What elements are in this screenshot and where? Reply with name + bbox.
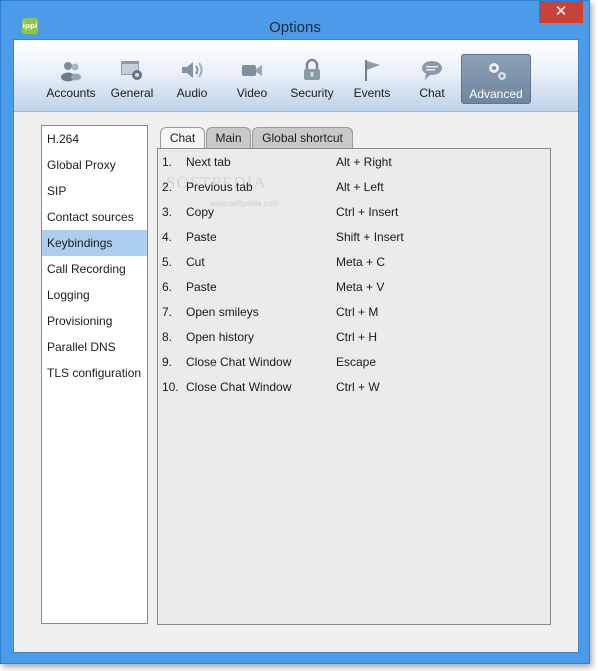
keybinding-shortcut[interactable]: Alt + Left bbox=[336, 178, 384, 196]
nav-item-call-recording[interactable]: Call Recording bbox=[42, 256, 147, 282]
tab-chat[interactable]: Chat bbox=[160, 127, 205, 149]
toolbar-chat-button[interactable]: Chat bbox=[397, 54, 467, 104]
keybinding-number: 1. bbox=[162, 155, 173, 169]
keybinding-row[interactable]: 3. Copy Ctrl + Insert bbox=[158, 203, 550, 221]
keybinding-row[interactable]: 8. Open history Ctrl + H bbox=[158, 328, 550, 346]
keybinding-action: Open history bbox=[186, 330, 255, 344]
nav-item-sip[interactable]: SIP bbox=[42, 178, 147, 204]
keybinding-action: Cut bbox=[186, 255, 205, 269]
advanced-category-list: H.264 Global Proxy SIP Contact sources K… bbox=[41, 125, 148, 624]
events-icon bbox=[365, 60, 380, 81]
keybinding-action: Copy bbox=[186, 205, 215, 219]
title-bar[interactable]: ippi Options ✕ bbox=[1, 1, 589, 39]
keybinding-number: 4. bbox=[162, 230, 173, 244]
keybinding-action: Paste bbox=[186, 230, 217, 244]
keybinding-number: 6. bbox=[162, 280, 173, 294]
chat-icon bbox=[422, 61, 442, 80]
toolbar-label: Chat bbox=[419, 86, 445, 100]
nav-item-logging[interactable]: Logging bbox=[42, 282, 147, 308]
toolbar-accounts-button[interactable]: Accounts bbox=[36, 54, 106, 104]
window-title: Options bbox=[269, 19, 321, 36]
audio-icon bbox=[182, 62, 203, 78]
nav-item-parallel-dns[interactable]: Parallel DNS bbox=[42, 334, 147, 360]
security-icon bbox=[304, 58, 320, 80]
keybinding-number: 2. bbox=[162, 180, 173, 194]
keybinding-row[interactable]: 1. Next tab Alt + Right bbox=[158, 153, 550, 171]
keybinding-number: 3. bbox=[162, 205, 173, 219]
toolbar-label: Advanced bbox=[469, 87, 523, 101]
keybinding-shortcut[interactable]: Ctrl + Insert bbox=[336, 203, 398, 221]
keybinding-number: 10. bbox=[162, 380, 179, 394]
keybinding-shortcut[interactable]: Ctrl + H bbox=[336, 328, 377, 346]
close-button[interactable]: ✕ bbox=[539, 1, 583, 23]
keybinding-row[interactable]: 5. Cut Meta + C bbox=[158, 253, 550, 271]
keybinding-row[interactable]: 4. Paste Shift + Insert bbox=[158, 228, 550, 246]
keybinding-row[interactable]: 6. Paste Meta + V bbox=[158, 278, 550, 296]
tab-main[interactable]: Main bbox=[206, 127, 251, 149]
keybinding-shortcut[interactable]: Meta + V bbox=[336, 278, 384, 296]
keybinding-row[interactable]: 7. Open smileys Ctrl + M bbox=[158, 303, 550, 321]
toolbar-label: Accounts bbox=[46, 86, 96, 100]
keybinding-shortcut[interactable]: Ctrl + M bbox=[336, 303, 378, 321]
keybinding-number: 5. bbox=[162, 255, 173, 269]
nav-item-global-proxy[interactable]: Global Proxy bbox=[42, 152, 147, 178]
category-toolbar: Accounts General Audio Video Security Ev… bbox=[14, 40, 578, 112]
keybinding-row[interactable]: 10. Close Chat Window Ctrl + W bbox=[158, 378, 550, 396]
keybinding-row[interactable]: 2. Previous tab Alt + Left bbox=[158, 178, 550, 196]
keybinding-number: 8. bbox=[162, 330, 173, 344]
keybinding-number: 7. bbox=[162, 305, 173, 319]
nav-item-keybindings[interactable]: Keybindings bbox=[42, 230, 147, 256]
nav-item-tls-configuration[interactable]: TLS configuration bbox=[42, 360, 147, 386]
options-window: ippi Options ✕ Accounts General Audio Vi… bbox=[0, 0, 590, 664]
keybindings-panel: SOFTPEDIA www.softpedia.com 1. Next tab … bbox=[157, 148, 551, 625]
keybinding-shortcut[interactable]: Ctrl + W bbox=[336, 378, 380, 396]
keybinding-action: Paste bbox=[186, 280, 217, 294]
nav-item-h264[interactable]: H.264 bbox=[42, 126, 147, 152]
keybinding-shortcut[interactable]: Alt + Right bbox=[336, 153, 392, 171]
keybinding-action: Next tab bbox=[186, 155, 231, 169]
keybinding-row[interactable]: 9. Close Chat Window Escape bbox=[158, 353, 550, 371]
keybinding-shortcut[interactable]: Meta + C bbox=[336, 253, 385, 271]
keybinding-shortcut[interactable]: Shift + Insert bbox=[336, 228, 404, 246]
keybinding-number: 9. bbox=[162, 355, 173, 369]
keybinding-action: Close Chat Window bbox=[186, 380, 292, 394]
keybinding-action: Open smileys bbox=[186, 305, 259, 319]
options-client-area: Accounts General Audio Video Security Ev… bbox=[13, 39, 579, 653]
keybinding-action: Close Chat Window bbox=[186, 355, 292, 369]
keybinding-shortcut[interactable]: Escape bbox=[336, 353, 376, 371]
nav-item-contact-sources[interactable]: Contact sources bbox=[42, 204, 147, 230]
toolbar-advanced-button[interactable]: Advanced bbox=[461, 54, 531, 104]
keybinding-action: Previous tab bbox=[186, 180, 253, 194]
video-icon bbox=[242, 65, 262, 76]
tab-global-shortcut[interactable]: Global shortcut bbox=[252, 127, 353, 149]
general-icon bbox=[121, 61, 142, 80]
accounts-icon bbox=[61, 62, 81, 82]
nav-item-provisioning[interactable]: Provisioning bbox=[42, 308, 147, 334]
advanced-icon bbox=[489, 63, 506, 80]
